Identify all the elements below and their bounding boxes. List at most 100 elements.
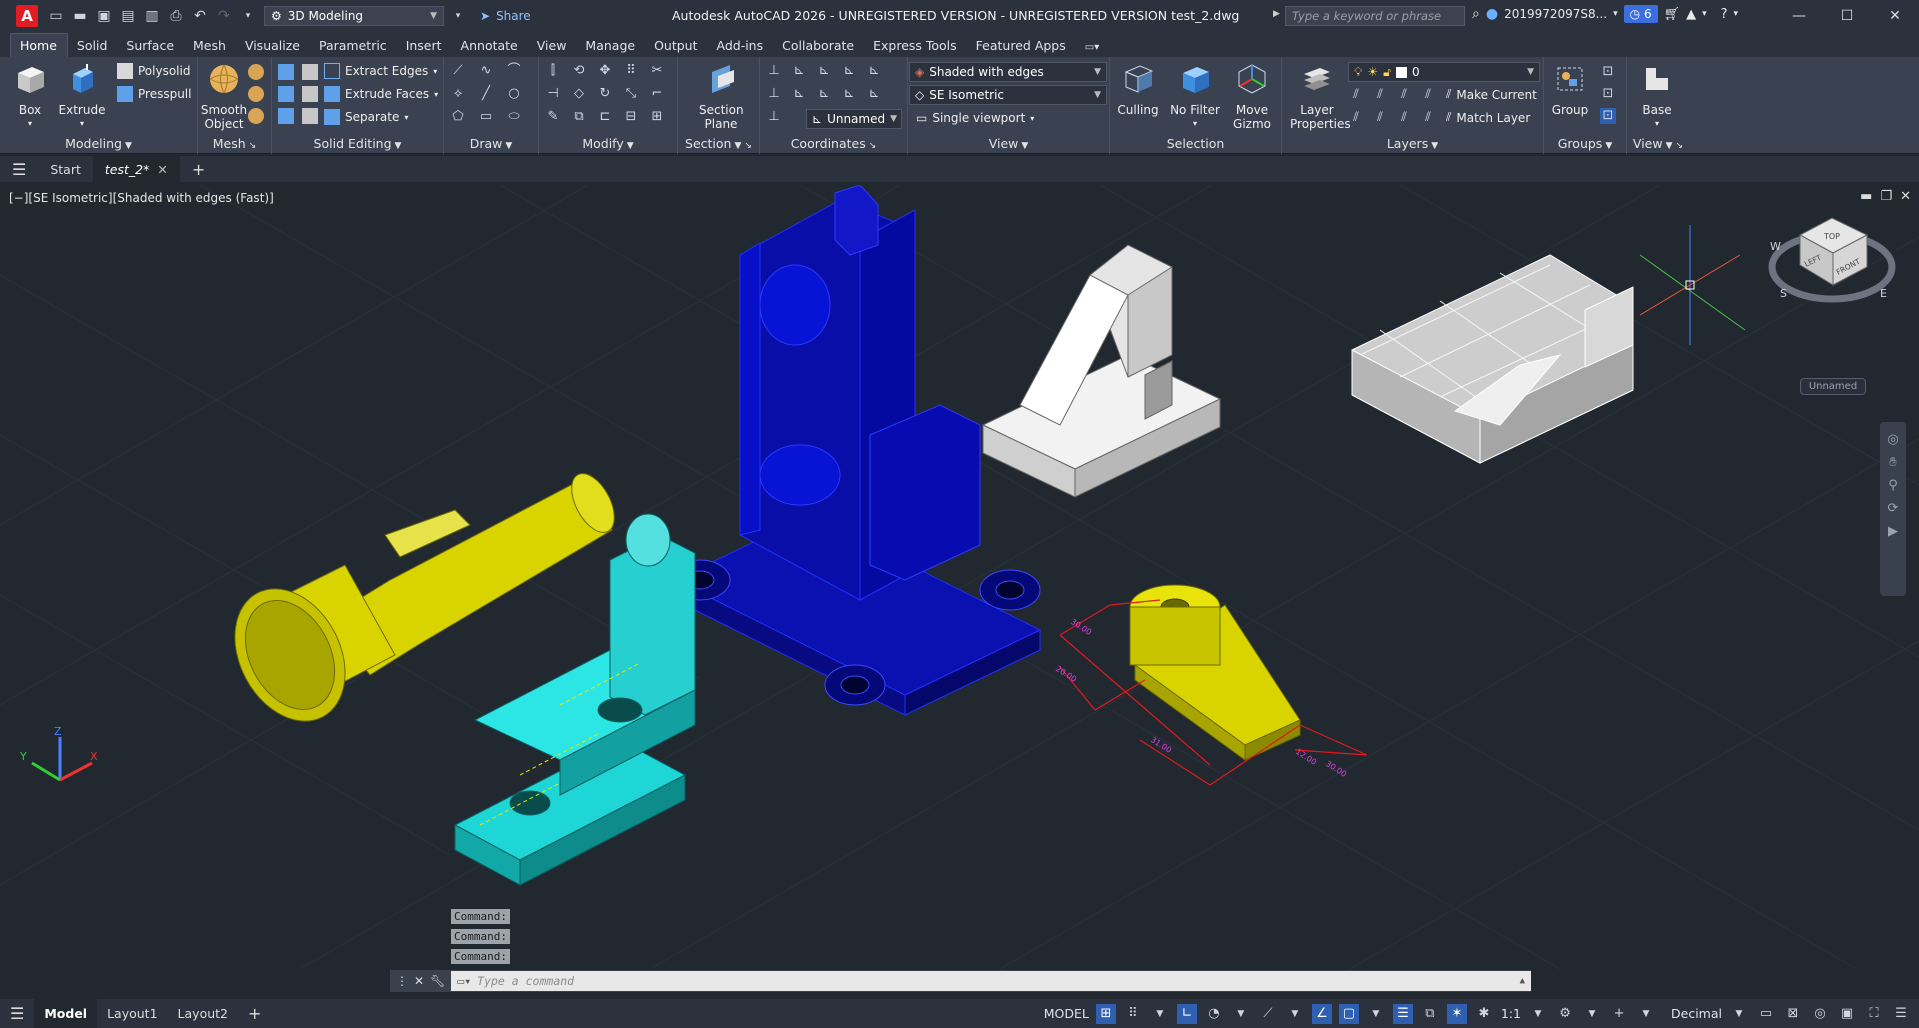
panel-title-modeling[interactable]: Modeling ▼ [0,136,197,151]
lineweight-icon[interactable]: ☰ [1392,1003,1413,1024]
mirror-icon[interactable]: ⫿ [545,63,561,79]
group-button[interactable]: Group [1546,62,1594,117]
chevron-down-icon[interactable]: ▾ [1734,9,1739,19]
ucs-icon-props[interactable]: ⊥ [766,109,782,125]
tab-output[interactable]: Output [645,34,707,57]
subtract-icon[interactable] [278,86,294,102]
open-web-icon[interactable]: ▥ [144,8,160,24]
layer-dropdown[interactable]: 💡︎ ☀ 🔓︎ 0 ▼ [1348,62,1540,82]
open-icon[interactable]: ▬ [72,8,88,24]
tab-express-tools[interactable]: Express Tools [864,34,967,57]
extract-edges-button[interactable]: Extract Edges ▾ [324,63,437,79]
ucs-x-icon[interactable]: ⊾ [841,63,857,79]
drawing-canvas[interactable]: 30.00 20.00 31.00 12.00 30.00 TOP LEFT F… [0,185,1919,969]
chevron-down-icon[interactable]: ▼ [1285,1004,1305,1024]
panel-title-view[interactable]: View ▼ [908,136,1109,151]
presspull-button[interactable]: Presspull [117,86,191,102]
tab-manage[interactable]: Manage [576,34,645,57]
layer-on-icon[interactable]: ⫽ [1348,110,1364,126]
tab-visualize[interactable]: Visualize [236,34,310,57]
move-icon[interactable]: ✥ [597,63,613,79]
drag-handle-icon[interactable]: ⋮ [396,974,408,988]
rotate3d-icon[interactable]: ⟲ [571,63,587,79]
search-expand-icon[interactable]: ▶ [1273,9,1280,19]
restore-viewport-icon[interactable]: ❐ [1880,189,1892,204]
save-icon[interactable]: ▣ [96,8,112,24]
ucs-menu-dropdown[interactable]: Unnamed [1800,378,1866,395]
white-tray-part[interactable] [1351,254,1634,464]
chevron-down-icon[interactable]: ▾ [1702,9,1707,19]
ucs-icon[interactable]: ⊥ [766,63,782,79]
tab-collaborate[interactable]: Collaborate [773,34,864,57]
pan-icon[interactable]: ✋︎ [1889,455,1896,470]
ortho-icon[interactable]: ∟ [1176,1003,1197,1024]
panel-title-mesh[interactable]: Mesh ↘ [198,136,271,151]
ucs-zaxis-icon[interactable]: ⊾ [841,86,857,102]
customization-icon[interactable]: ☰ [1891,1004,1911,1024]
chevron-down-icon[interactable]: ▼ [1366,1004,1386,1024]
panel-title-solid-editing[interactable]: Solid Editing ▼ [272,136,443,151]
new-icon[interactable]: ▭ [48,8,64,24]
visual-style-dropdown[interactable]: ◈ Shaded with edges ▼ [909,62,1107,82]
interfere-icon[interactable] [302,64,318,80]
layout-menu-icon[interactable]: ☰ [0,999,34,1028]
view-dropdown[interactable]: ◇ SE Isometric ▼ [909,85,1107,105]
panel-title-groups[interactable]: Groups ▼ [1544,136,1626,151]
box-button[interactable]: Box ▾ [4,62,56,131]
arc-icon[interactable]: ⌒ [506,63,522,79]
viewport-controls-label[interactable]: [−][SE Isometric][Shaded with edges (Fas… [9,191,274,205]
help-icon[interactable]: ? [1721,7,1728,22]
tab-view[interactable]: View [528,34,577,57]
tab-parametric[interactable]: Parametric [310,34,397,57]
app-menu-button[interactable]: A [16,5,38,27]
tab-solid[interactable]: Solid [68,34,117,57]
mesh-sphere-icon[interactable] [248,64,264,80]
model-space-toggle[interactable]: MODEL [1044,1006,1089,1021]
layer-lock-icon[interactable]: ⫽ [1420,87,1436,103]
chevron-down-icon[interactable]: ▼ [1636,1004,1656,1024]
chevron-down-icon[interactable]: ▼ [1528,1004,1548,1024]
lock-ui-icon[interactable]: ⊠ [1783,1004,1803,1024]
move-gizmo-button[interactable]: Move Gizmo [1226,62,1278,131]
spline-icon[interactable]: ∿ [478,63,494,79]
ucs-view-icon[interactable]: ⊾ [866,63,882,79]
circle-icon[interactable]: ○ [506,86,522,102]
panel-title-draw[interactable]: Draw ▼ [444,136,538,151]
gizmo-toggle-icon[interactable]: ✶ [1446,1003,1467,1024]
rotate-icon[interactable]: ↻ [597,86,613,102]
units-dropdown[interactable]: Decimal [1671,1006,1722,1021]
fillet-icon[interactable]: ⌐ [649,86,665,102]
trim-icon[interactable]: ✂ [649,63,665,79]
make-current-button[interactable]: ⫽ Make Current [1446,87,1537,102]
group-edit-icon[interactable]: ⊡ [1600,86,1616,102]
object-snap-icon[interactable]: ▢ [1338,1003,1359,1024]
tab-mesh[interactable]: Mesh [184,34,236,57]
polysolid-button[interactable]: Polysolid [117,63,190,79]
array-icon[interactable]: ⠿ [623,63,639,79]
chevron-down-icon[interactable]: ▾ [1613,9,1618,19]
base-button[interactable]: Base ▾ [1631,62,1683,131]
layer-properties-button[interactable]: Layer Properties [1286,62,1351,131]
section-plane-button[interactable]: Section Plane [690,62,752,131]
minimize-button[interactable]: — [1775,0,1823,32]
ucs-object-icon[interactable]: ⊾ [791,86,807,102]
mesh-refine-icon[interactable] [248,86,264,102]
isolate-objects-icon[interactable]: ◎ [1810,1004,1830,1024]
panel-title-coordinates[interactable]: Coordinates ↘ [760,136,907,151]
ucs-y-icon[interactable]: ⊾ [866,86,882,102]
file-menu-icon[interactable]: ☰ [0,156,38,182]
showmotion-icon[interactable]: ▶ [1888,524,1898,539]
clean-screen-icon[interactable]: ⛶ [1864,1004,1884,1024]
wrench-icon[interactable]: 🔧︎ [430,974,445,988]
close-viewport-icon[interactable]: ✕ [1900,189,1911,204]
drawing-viewport[interactable]: 30.00 20.00 31.00 12.00 30.00 TOP LEFT F… [0,185,1919,969]
match-layer-button[interactable]: ⫽ Match Layer [1446,110,1530,125]
extrude-button[interactable]: Extrude ▾ [56,62,108,131]
customize-qat-icon[interactable]: ▾ [450,8,466,24]
union-icon[interactable] [278,64,294,80]
search-input[interactable]: Type a keyword or phrase [1285,6,1465,26]
grid-icon[interactable]: ⊞ [1095,1003,1116,1024]
extrude-faces-button[interactable]: Extrude Faces ▾ [324,86,438,102]
culling-button[interactable]: Culling [1112,62,1164,117]
isodraft-icon[interactable]: ⟋ [1258,1004,1278,1024]
